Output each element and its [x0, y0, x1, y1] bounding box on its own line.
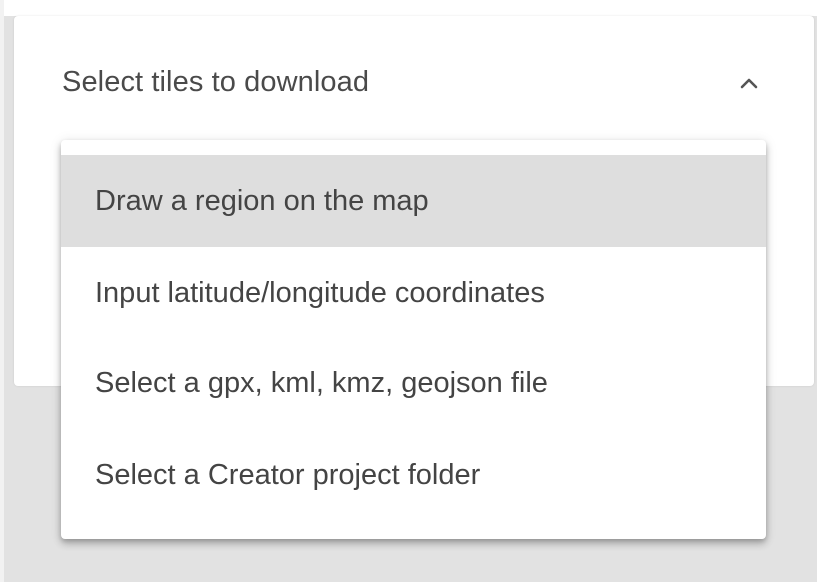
top-strip: [0, 0, 817, 16]
tile-source-menu: Draw a region on the map Input latitude/…: [61, 140, 766, 539]
select-tiles-dropdown-header[interactable]: Select tiles to download: [14, 16, 814, 150]
menu-item-label: Draw a region on the map: [95, 184, 429, 217]
left-edge: [0, 0, 4, 582]
menu-item-label: Select a Creator project folder: [95, 458, 481, 491]
menu-item-input-coordinates[interactable]: Input latitude/longitude coordinates: [61, 247, 766, 339]
menu-item-label: Select a gpx, kml, kmz, geojson file: [95, 366, 548, 399]
menu-item-label: Input latitude/longitude coordinates: [95, 276, 545, 309]
menu-item-creator-project-folder[interactable]: Select a Creator project folder: [61, 429, 766, 521]
select-tiles-label: Select tiles to download: [62, 66, 370, 98]
menu-item-draw-region[interactable]: Draw a region on the map: [61, 155, 766, 247]
menu-item-select-file[interactable]: Select a gpx, kml, kmz, geojson file: [61, 337, 766, 429]
chevron-up-icon[interactable]: [734, 68, 764, 98]
